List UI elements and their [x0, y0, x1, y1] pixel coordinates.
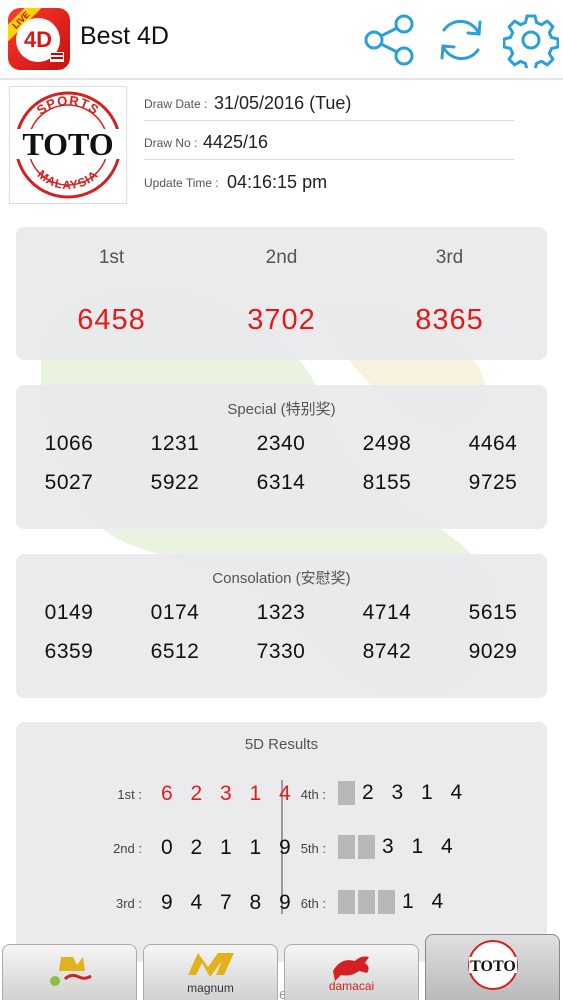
consolation-title: Consolation (安慰奖) [212, 570, 351, 587]
app-bar: LIVE 4D Best 4D [0, 0, 563, 80]
five-d-4th-digits: 2 3 1 4 [362, 781, 469, 804]
consolation-card: Consolation (安慰奖) 0149 0174 1323 4714 56… [16, 554, 547, 698]
special-number: 4464 [468, 432, 518, 455]
special-number: 1231 [150, 432, 200, 455]
special-number: 1066 [44, 432, 94, 455]
consolation-number: 5615 [468, 601, 518, 624]
masked-digit [338, 781, 355, 805]
consolation-number: 9029 [468, 640, 518, 663]
sports-toto-tab-logo-icon: TOTO [468, 940, 518, 990]
masked-digit [358, 890, 375, 914]
update-time-row: Update Time : 04:16:15 pm [144, 160, 514, 199]
consolation-number: 4714 [362, 601, 412, 624]
masked-digit [338, 890, 355, 914]
third-prize-number: 8365 [415, 304, 484, 336]
draw-date-row: Draw Date : 31/05/2016 (Tue) [144, 82, 514, 121]
five-d-2nd-digits: 0 2 1 1 9 [161, 836, 297, 859]
masked-digit [338, 835, 355, 859]
second-prize-number: 3702 [247, 304, 316, 336]
special-number: 6314 [256, 471, 306, 494]
five-d-2nd-label: 2nd : [113, 841, 142, 856]
app-title: Best 4D [80, 22, 169, 50]
consolation-number: 6512 [150, 640, 200, 663]
draw-no-label: Draw No : [144, 136, 198, 150]
five-d-4th-row: 2 3 1 4 [338, 781, 468, 805]
svg-text:SPORTS: SPORTS [34, 93, 103, 118]
special-number: 2340 [256, 432, 306, 455]
five-d-5th-label: 5th : [300, 841, 326, 856]
tab-toto-label: TOTO [470, 958, 516, 975]
share-icon[interactable] [362, 12, 418, 68]
gear-icon[interactable] [503, 12, 559, 68]
five-d-5th-digits: 3 1 4 [382, 835, 459, 858]
five-d-3rd-digits: 9 4 7 8 9 [161, 891, 297, 914]
tab-toto[interactable]: TOTO [425, 934, 560, 1000]
tab-magnum-label: magnum [187, 981, 234, 995]
first-prize-label: 1st [98, 247, 125, 268]
five-d-4th-label: 4th : [300, 787, 326, 802]
five-d-1st-label: 1st : [117, 787, 142, 802]
multi-operator-logo-icon [50, 957, 92, 986]
update-time-value: 04:16:15 pm [227, 172, 328, 192]
update-time-label: Update Time : [144, 176, 219, 190]
sports-toto-logo: SPORTS MALAYSIA TOTO [9, 86, 127, 204]
draw-no-row: Draw No : 4425/16 [144, 121, 514, 160]
draw-no-value: 4425/16 [203, 132, 269, 152]
third-prize-label: 3rd [435, 247, 464, 268]
tab-all-operators[interactable] [2, 944, 137, 1000]
toto-logo-main-text: TOTO [22, 126, 113, 162]
consolation-number: 0174 [150, 601, 200, 624]
special-card: Special (特别奖) 1066 1231 2340 2498 4464 5… [16, 385, 547, 529]
draw-date-label: Draw Date : [144, 97, 208, 111]
special-title: Special (特别奖) [227, 401, 336, 418]
consolation-number: 7330 [256, 640, 306, 663]
app-logo: LIVE 4D [8, 8, 70, 70]
five-d-6th-row: 1 4 [338, 890, 449, 914]
special-number: 5922 [150, 471, 200, 494]
tab-damacai[interactable]: damacai [284, 944, 419, 1000]
five-d-3rd-label: 3rd : [115, 896, 142, 911]
consolation-number: 8742 [362, 640, 412, 663]
second-prize-label: 2nd [265, 247, 298, 268]
special-number: 5027 [44, 471, 94, 494]
consolation-number: 6359 [44, 640, 94, 663]
masked-digit [378, 890, 395, 914]
special-number: 8155 [362, 471, 412, 494]
toto-logo-bottom-text: MALAYSIA [35, 167, 100, 192]
five-d-6th-label: 6th : [300, 896, 326, 911]
malaysia-flag-icon [50, 52, 64, 62]
five-d-6th-digits: 1 4 [402, 890, 450, 913]
consolation-number: 1323 [256, 601, 306, 624]
top-prizes-card: 1st 2nd 3rd 6458 3702 8365 [16, 227, 547, 360]
five-d-title: 5D Results [244, 736, 319, 753]
draw-date-value: 31/05/2016 (Tue) [214, 93, 352, 113]
tab-damacai-label: damacai [328, 979, 375, 993]
first-prize-number: 6458 [77, 304, 146, 336]
five-d-card: 5D Results 1st : 6 2 3 1 4 2nd : 0 2 1 1… [16, 722, 547, 962]
toto-logo-top-text: SPORTS [34, 93, 102, 118]
special-number: 9725 [468, 471, 518, 494]
refresh-icon[interactable] [433, 12, 489, 68]
operator-tab-bar: magnum damacai TOTO [0, 934, 563, 1000]
five-d-5th-row: 3 1 4 [338, 835, 459, 859]
svg-text:MALAYSIA: MALAYSIA [35, 167, 101, 192]
masked-digit [358, 835, 375, 859]
consolation-number: 0149 [44, 601, 94, 624]
special-number: 2498 [362, 432, 412, 455]
tab-magnum[interactable]: magnum [143, 944, 278, 1000]
five-d-1st-digits: 6 2 3 1 4 [161, 782, 297, 805]
